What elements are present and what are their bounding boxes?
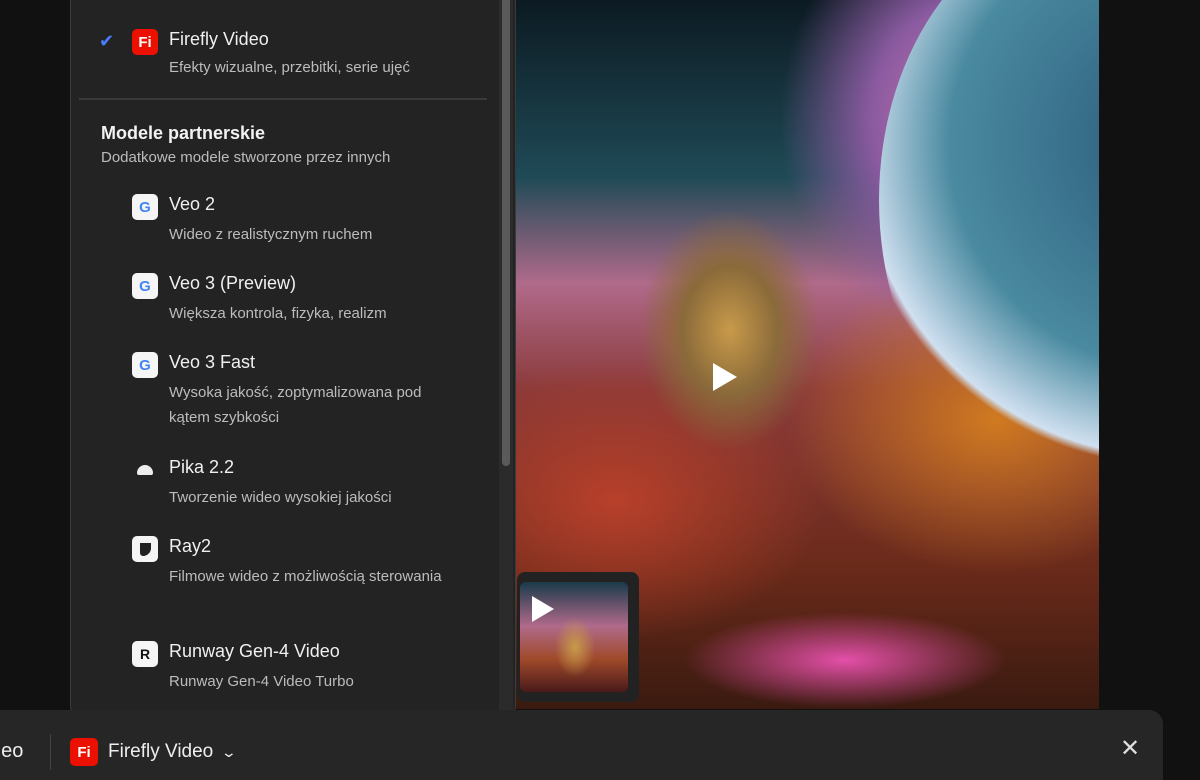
runway-icon: R [132,641,158,667]
model-dropdown: ✔ Fi Firefly Video Efekty wizualne, prze… [70,0,516,716]
section-desc: Dodatkowe modele stworzone przez innych [101,149,390,166]
planet-image [879,0,1099,480]
model-desc: Wysoka jakość, zoptymalizowana pod kątem… [169,380,459,430]
model-name: Ray2 [169,536,211,557]
checkmark-icon: ✔ [99,31,114,52]
google-icon: G [132,273,158,299]
thumbnail-image [520,582,628,692]
model-name: Veo 3 (Preview) [169,273,296,294]
luma-icon [132,536,158,562]
model-desc: Efekty wizualne, przebitki, serie ujęć [169,55,459,80]
video-thumbnail[interactable] [517,572,639,702]
pika-icon [132,457,158,483]
model-selector[interactable]: Fi Firefly Video ⌄ [70,738,235,766]
model-name: Veo 3 Fast [169,352,255,373]
model-desc: Wideo z realistycznym ruchem [169,222,459,247]
model-desc: Filmowe wideo z możliwością sterowania [169,564,459,589]
model-desc: Tworzenie wideo wysokiej jakości [169,485,459,510]
firefly-icon: Fi [132,29,158,55]
close-icon[interactable]: ✕ [1120,734,1140,763]
bottom-toolbar: deo Fi Firefly Video ⌄ ✕ [0,710,1163,780]
model-name: Firefly Video [169,29,269,50]
model-name: Veo 2 [169,194,215,215]
divider [79,98,487,100]
divider [50,734,51,770]
play-icon[interactable] [532,596,554,622]
google-icon: G [132,352,158,378]
section-title: Modele partnerskie [101,123,265,144]
model-name: Pika 2.2 [169,457,234,478]
model-desc: Większa kontrola, fizyka, realizm [169,301,459,326]
scrollbar-thumb[interactable] [502,0,510,466]
model-selector-label: Firefly Video [108,741,213,763]
mode-label[interactable]: deo [0,740,23,763]
play-icon[interactable] [713,363,737,391]
firefly-icon: Fi [70,738,98,766]
model-name: Runway Gen-4 Video [169,641,340,662]
chevron-down-icon: ⌄ [221,744,237,761]
model-desc: Runway Gen-4 Video Turbo [169,669,459,694]
scrollbar[interactable] [499,0,513,715]
google-icon: G [132,194,158,220]
